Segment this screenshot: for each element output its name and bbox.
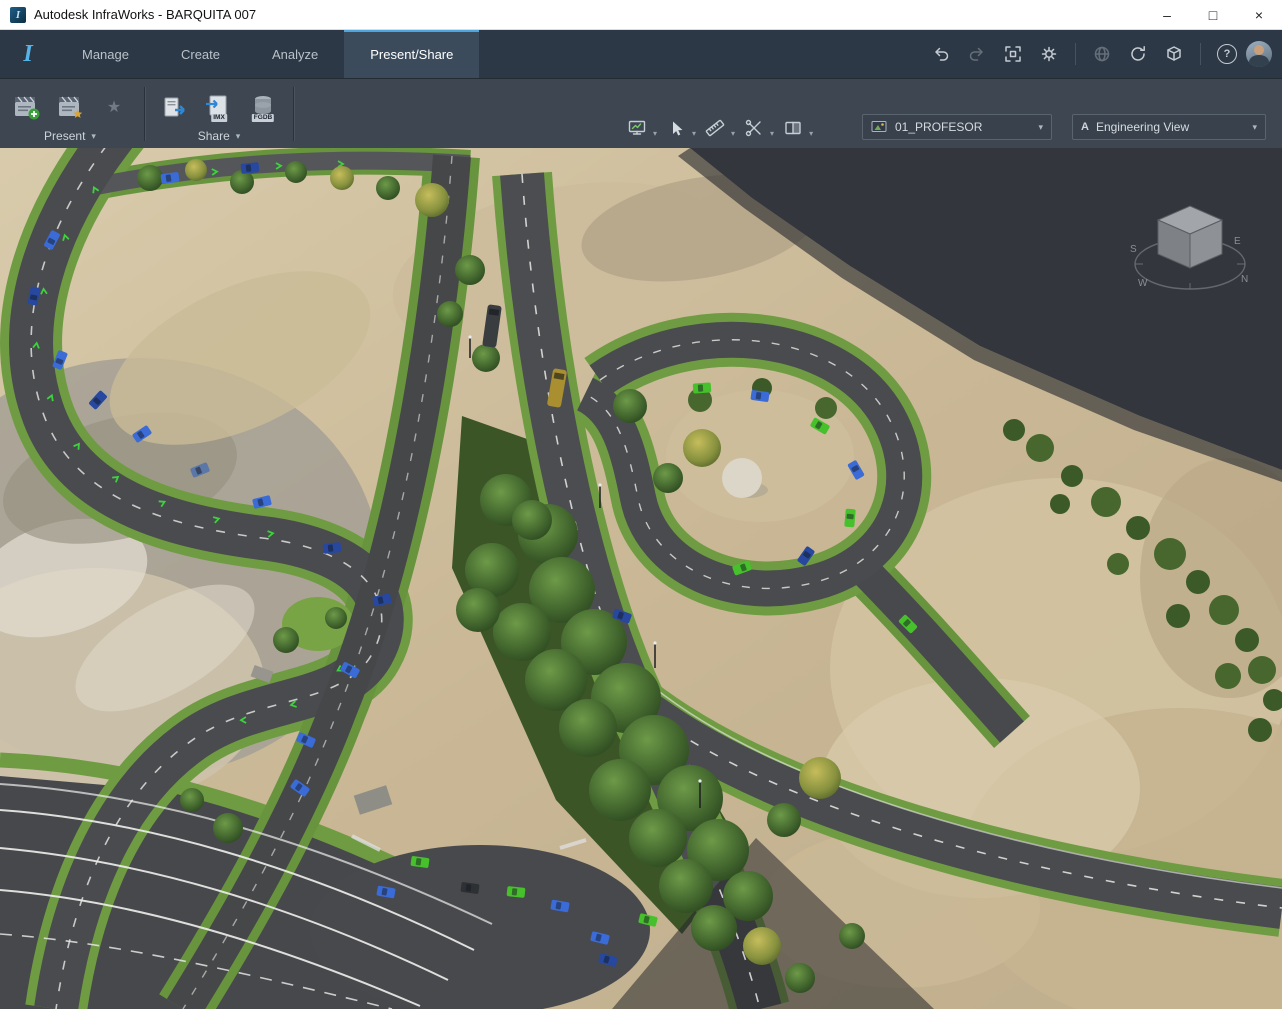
export-fgdb-icon[interactable]: FGDB: [247, 91, 279, 123]
favorite-star-icon[interactable]: ★: [98, 91, 130, 123]
tab-present-share[interactable]: Present/Share: [344, 30, 480, 78]
ribbon-tab-bar: I Manage Create Analyze Present/Share ?: [0, 30, 1282, 78]
app-window: I Autodesk InfraWorks - BARQUITA 007 – □…: [0, 0, 1282, 1009]
infraworks-app-icon: I: [10, 6, 26, 23]
ribbon-quick-actions: ?: [924, 30, 1282, 78]
view-style-selector[interactable]: A Engineering View ▾: [1072, 114, 1266, 140]
proposal-chevron-icon: ▾: [1038, 121, 1043, 132]
tool-caret-icon[interactable]: ▾: [731, 129, 735, 138]
select-cursor-icon[interactable]: [661, 114, 691, 142]
minimize-button[interactable]: –: [1144, 0, 1190, 30]
window-title: Autodesk InfraWorks - BARQUITA 007: [34, 7, 257, 22]
avatar-body: [1249, 55, 1269, 67]
fgdb-chip-label: FGDB: [251, 113, 275, 122]
presentations-icon[interactable]: [54, 91, 86, 123]
toolbar-group-separator: [144, 87, 145, 141]
ribbon-separator: [1075, 43, 1076, 65]
measure-ruler-icon[interactable]: [700, 114, 730, 142]
settings-gear-icon[interactable]: [1032, 37, 1066, 71]
view-style-chevron-icon: ▾: [1252, 121, 1257, 132]
tab-create[interactable]: Create: [155, 30, 246, 78]
zoom-extents-icon[interactable]: [996, 37, 1030, 71]
sync-refresh-icon[interactable]: [1121, 37, 1155, 71]
close-button[interactable]: ×: [1236, 0, 1282, 30]
model-viewport-canvas[interactable]: S W N E: [0, 148, 1282, 1009]
user-avatar[interactable]: [1246, 41, 1272, 67]
tool-caret-icon[interactable]: ▾: [692, 129, 696, 138]
viewcube-north-label[interactable]: N: [1241, 274, 1248, 285]
tool-caret-icon[interactable]: ▾: [653, 129, 657, 138]
share-group: IMX FGDB Share ▾: [149, 79, 289, 149]
display-settings-icon[interactable]: [622, 114, 652, 142]
new-storyboard-icon[interactable]: [10, 91, 42, 123]
share-dropdown-chevron-icon[interactable]: ▾: [236, 131, 241, 142]
tab-manage[interactable]: Manage: [56, 30, 155, 78]
ribbon-separator: [1200, 43, 1201, 65]
export-imx-icon[interactable]: IMX: [203, 91, 235, 123]
split-view-icon[interactable]: [778, 114, 808, 142]
present-label[interactable]: Present: [44, 129, 85, 143]
view-style-value: Engineering View: [1095, 120, 1190, 134]
title-bar: I Autodesk InfraWorks - BARQUITA 007 – □…: [0, 0, 1282, 30]
viewport-tools: ▾ ▾ ▾ ▾ ▾: [622, 114, 814, 142]
tool-caret-icon[interactable]: ▾: [809, 129, 813, 138]
viewport-3d-scene: [0, 148, 1282, 1009]
tab-analyze[interactable]: Analyze: [246, 30, 344, 78]
tool-caret-icon[interactable]: ▾: [770, 129, 774, 138]
viewcube[interactable]: S W N E: [1130, 192, 1250, 304]
proposal-value: 01_PROFESOR: [895, 120, 983, 134]
globe-icon[interactable]: [1085, 37, 1119, 71]
imx-chip-label: IMX: [211, 113, 227, 122]
share-label[interactable]: Share: [198, 129, 230, 143]
viewcube-west-label[interactable]: W: [1138, 278, 1148, 289]
window-controls: – □ ×: [1144, 0, 1282, 30]
view-style-icon: A: [1081, 121, 1089, 133]
help-icon[interactable]: ?: [1210, 37, 1244, 71]
avatar-head: [1254, 45, 1264, 55]
proposal-selector[interactable]: 01_PROFESOR ▾: [862, 114, 1052, 140]
proposal-icon: [871, 121, 887, 132]
present-group: ★ Present ▾: [0, 79, 140, 149]
share-export-icon[interactable]: [159, 91, 191, 123]
help-glyph: ?: [1223, 48, 1231, 60]
undo-icon[interactable]: [924, 37, 958, 71]
model-cube-icon[interactable]: [1157, 37, 1191, 71]
edit-tools-icon[interactable]: [739, 114, 769, 142]
maximize-button[interactable]: □: [1190, 0, 1236, 30]
infraworks-logo-icon[interactable]: I: [0, 30, 56, 78]
toolbar-group-separator: [293, 87, 294, 141]
redo-icon[interactable]: [960, 37, 994, 71]
present-dropdown-chevron-icon[interactable]: ▾: [91, 131, 96, 142]
viewcube-east-label[interactable]: E: [1234, 236, 1241, 247]
viewcube-south-label[interactable]: S: [1130, 244, 1137, 255]
present-share-toolbar: ★ Present ▾ IMX FGDB Share ▾ ▾ ▾ ▾ ▾ ▾ 0…: [0, 78, 1282, 149]
